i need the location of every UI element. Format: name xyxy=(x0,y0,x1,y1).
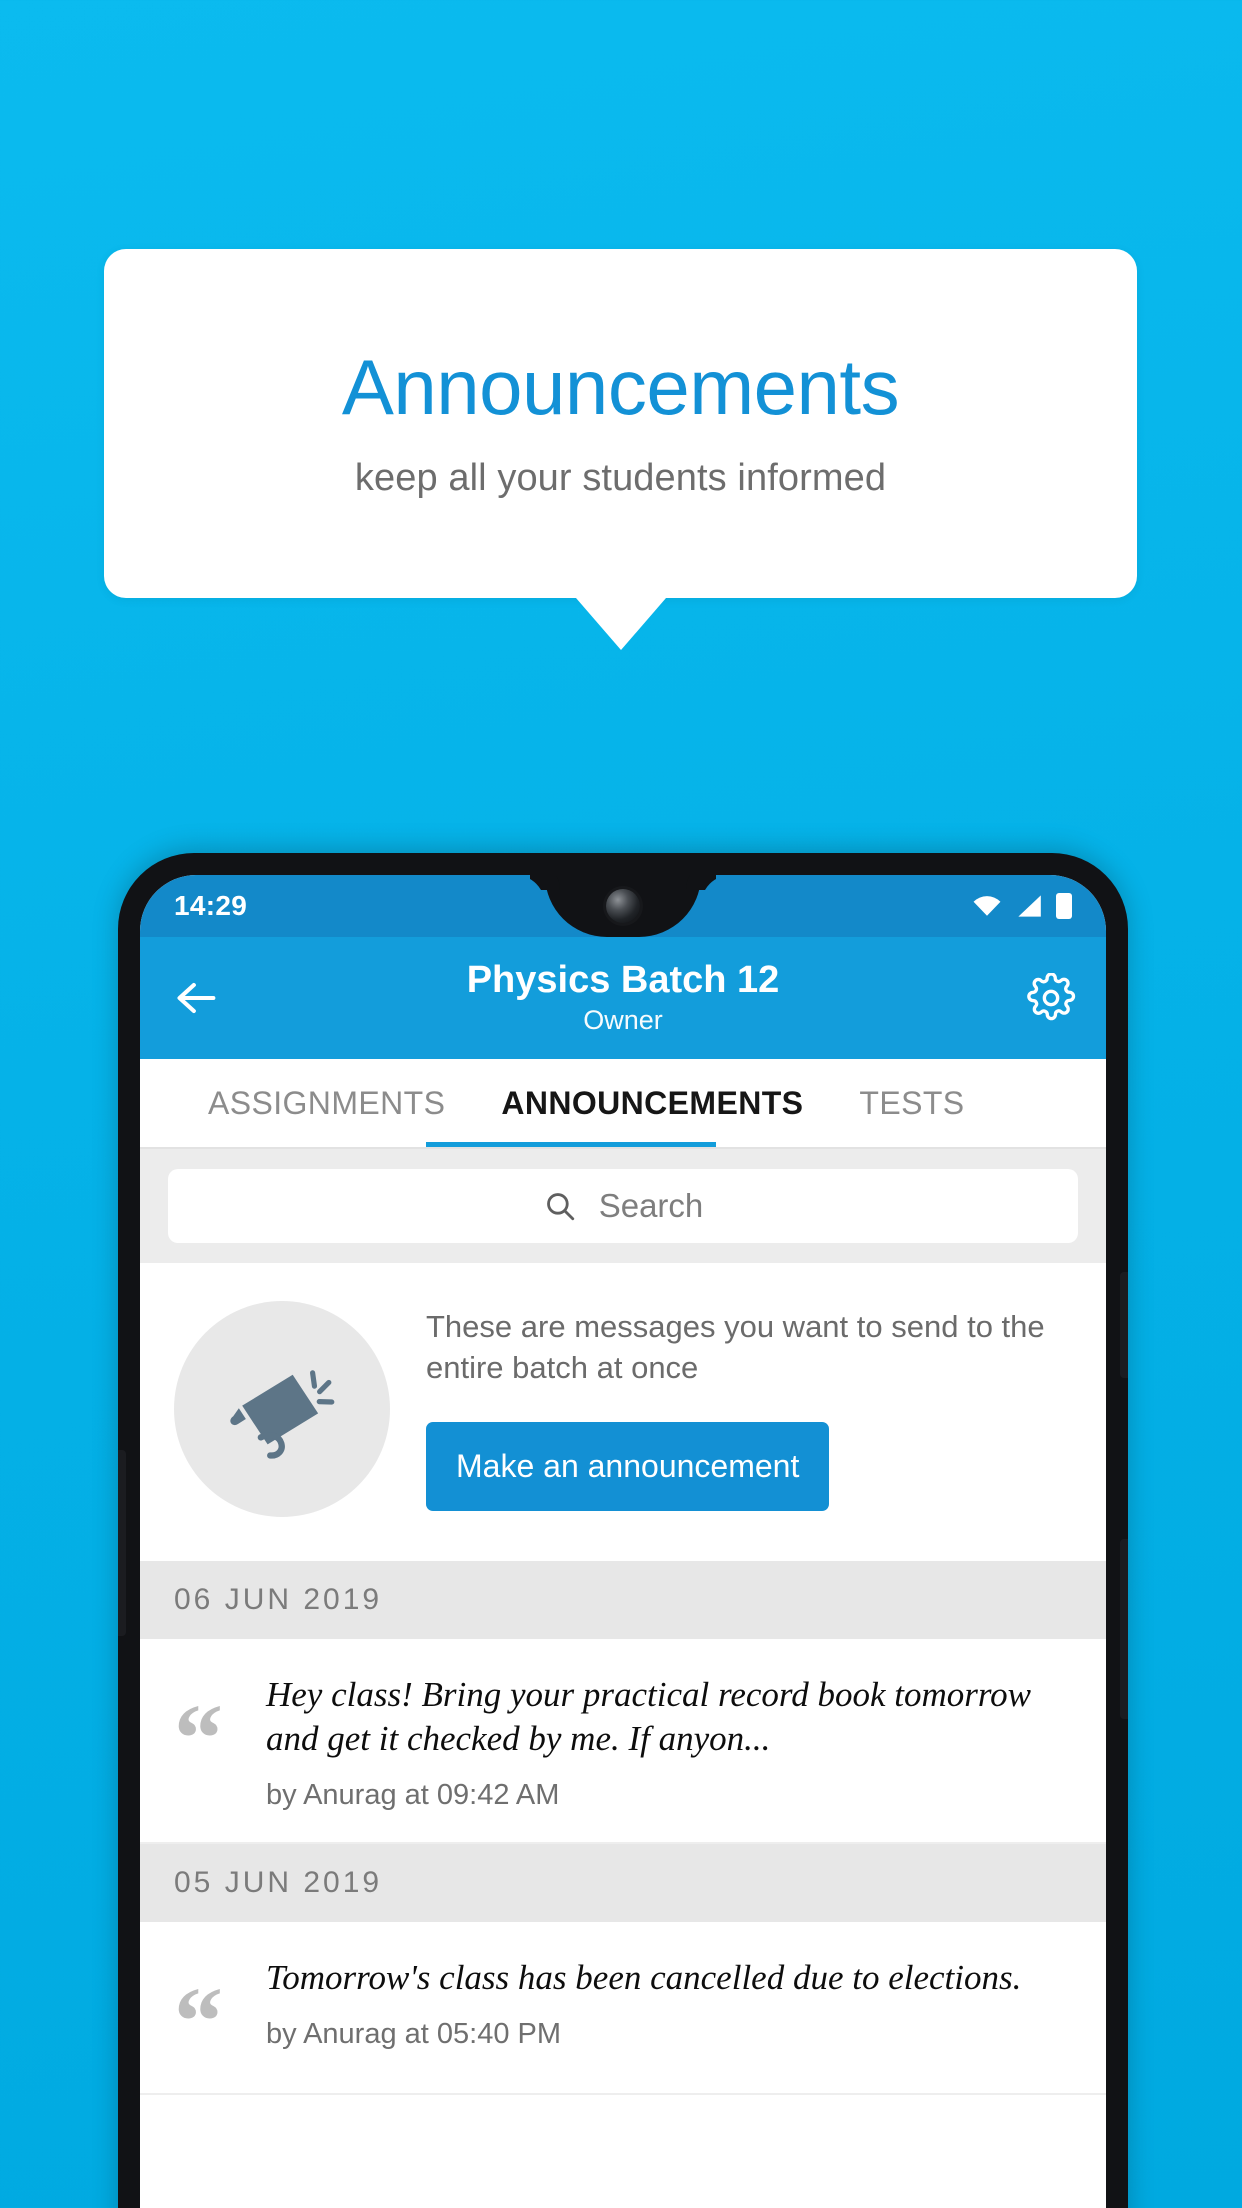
status-bar-icons xyxy=(972,893,1072,919)
announcement-text: Hey class! Bring your practical record b… xyxy=(266,1675,1032,1759)
tab-active-indicator xyxy=(426,1142,716,1147)
status-bar: 14:29 xyxy=(140,875,1106,937)
page-title: Physics Batch 12 xyxy=(466,958,780,1001)
date-header: 05 JUN 2019 xyxy=(140,1844,1106,1923)
announcement-body: Hey class! Bring your practical record b… xyxy=(266,1673,1072,1812)
search-section: Search xyxy=(140,1149,1106,1263)
make-announcement-button[interactable]: Make an announcement xyxy=(426,1422,830,1512)
phone-side-button[interactable] xyxy=(1120,1539,1128,1719)
search-input[interactable]: Search xyxy=(168,1169,1078,1243)
announcement-intro-card: These are messages you want to send to t… xyxy=(140,1263,1106,1561)
list-item[interactable]: “ Hey class! Bring your practical record… xyxy=(140,1639,1106,1845)
quote-icon: “ xyxy=(174,1968,223,2077)
list-item[interactable]: “ Tomorrow's class has been cancelled du… xyxy=(140,1922,1106,2095)
promo-subtitle: keep all your students informed xyxy=(354,456,887,499)
phone-power-button[interactable] xyxy=(1120,1272,1128,1378)
phone-volume-button[interactable] xyxy=(118,1450,126,1636)
quote-icon: “ xyxy=(174,1685,223,1793)
announcement-meta: by Anurag at 09:42 AM xyxy=(266,1779,560,1812)
wifi-icon xyxy=(973,896,1001,916)
signal-icon xyxy=(1018,895,1041,917)
promo-callout-tail xyxy=(576,598,666,650)
status-bar-clock: 14:29 xyxy=(174,890,248,921)
megaphone-badge xyxy=(174,1301,390,1517)
tab-announcements[interactable]: ANNOUNCEMENTS xyxy=(473,1059,831,1147)
promo-title: Announcements xyxy=(341,343,900,432)
search-icon xyxy=(546,1193,574,1221)
announcement-intro-body: These are messages you want to send to t… xyxy=(426,1307,1072,1512)
app-bar: Physics Batch 12 Owner xyxy=(140,937,1106,1059)
app-bar-titles: Physics Batch 12 Owner xyxy=(140,958,1106,1037)
search-placeholder: Search xyxy=(598,1187,704,1224)
page-subtitle: Owner xyxy=(583,1005,663,1036)
announcement-meta: by Anurag at 05:40 PM xyxy=(266,2018,562,2051)
phone-screen: 14:29 Physics Batch 12 Owner ASSIGNMENTS… xyxy=(140,875,1106,2208)
tab-tests[interactable]: TESTS xyxy=(831,1059,992,1147)
megaphone-icon xyxy=(230,1370,335,1459)
tab-assignments[interactable]: ASSIGNMENTS xyxy=(180,1059,473,1147)
tab-bar: ASSIGNMENTS ANNOUNCEMENTS TESTS xyxy=(140,1059,1106,1147)
battery-icon xyxy=(1056,893,1072,919)
promo-callout-card: Announcements keep all your students inf… xyxy=(104,249,1137,598)
front-camera-icon xyxy=(606,889,640,923)
gear-icon[interactable] xyxy=(1026,973,1076,1023)
back-arrow-icon[interactable] xyxy=(170,972,222,1024)
announcement-text: Tomorrow's class has been cancelled due … xyxy=(266,1958,1022,1998)
announcement-intro-text: These are messages you want to send to t… xyxy=(426,1308,1045,1385)
announcement-body: Tomorrow's class has been cancelled due … xyxy=(266,1956,1072,2062)
date-header: 06 JUN 2019 xyxy=(140,1561,1106,1639)
phone-frame: 14:29 Physics Batch 12 Owner ASSIGNMENTS… xyxy=(118,853,1128,2208)
